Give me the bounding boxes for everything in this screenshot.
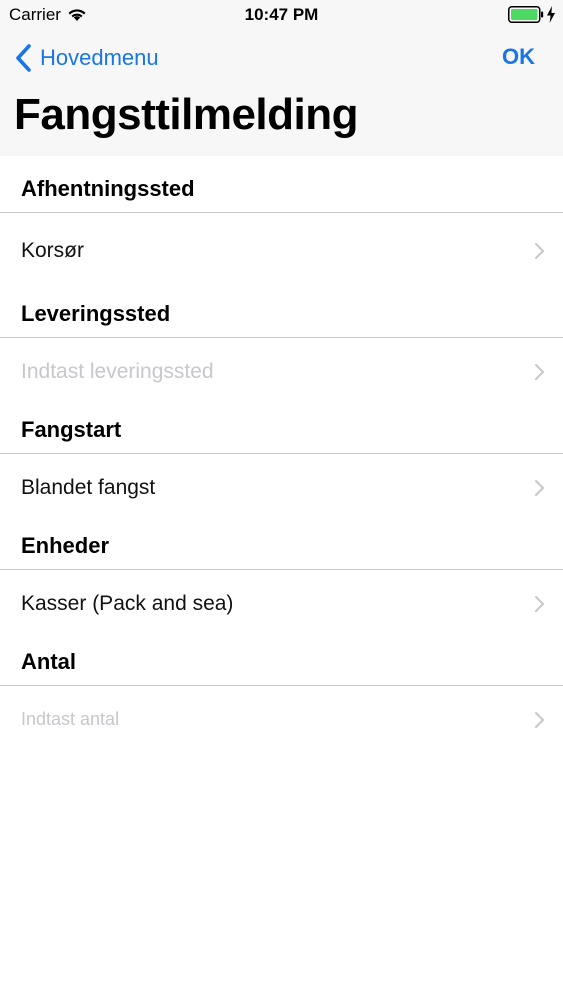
row-catch-type[interactable]: Blandet fangst bbox=[0, 454, 563, 521]
section-header-quantity: Antal bbox=[0, 637, 563, 686]
section-header-catch-type: Fangstart bbox=[0, 405, 563, 454]
section-header-label: Afhentningssted bbox=[21, 176, 195, 201]
back-button[interactable]: Hovedmenu bbox=[14, 41, 159, 75]
row-quantity[interactable]: Indtast antal bbox=[0, 686, 563, 753]
row-units[interactable]: Kasser (Pack and sea) bbox=[0, 570, 563, 637]
row-value: Kasser (Pack and sea) bbox=[21, 591, 234, 615]
back-button-label: Hovedmenu bbox=[40, 45, 159, 70]
section-header-label: Antal bbox=[21, 649, 76, 674]
chevron-right-icon bbox=[535, 596, 544, 612]
section-header-label: Enheder bbox=[21, 533, 110, 558]
page-title: Fangsttilmelding bbox=[14, 90, 359, 139]
row-placeholder: Indtast leveringssted bbox=[21, 359, 214, 383]
section-header-pickup-location: Afhentningssted bbox=[0, 156, 563, 213]
status-time: 10:47 PM bbox=[244, 5, 319, 24]
section-header-units: Enheder bbox=[0, 521, 563, 570]
row-value: Blandet fangst bbox=[21, 475, 156, 499]
battery-icon bbox=[508, 6, 544, 23]
charging-bolt-icon bbox=[547, 6, 555, 23]
row-pickup-location[interactable]: Korsør bbox=[0, 213, 563, 289]
section-header-label: Fangstart bbox=[21, 417, 122, 442]
back-chevron-icon bbox=[16, 44, 31, 72]
row-value: Korsør bbox=[21, 239, 84, 262]
row-placeholder: Indtast antal bbox=[21, 709, 120, 729]
chevron-right-icon bbox=[535, 480, 544, 496]
screen: Carrier 10:47 PM Hovedmenu OK Fangsttilm… bbox=[0, 0, 563, 1000]
navigation-bar: Hovedmenu OK Fangsttilmelding bbox=[0, 30, 563, 156]
ok-button[interactable]: OK bbox=[502, 44, 535, 70]
section-header-delivery-location: Leveringssted bbox=[0, 289, 563, 338]
chevron-right-icon bbox=[535, 364, 544, 380]
section-header-label: Leveringssted bbox=[21, 301, 171, 326]
status-bar: Carrier 10:47 PM bbox=[0, 0, 563, 30]
catch-registration-form: Afhentningssted Korsør Leveringssted Ind… bbox=[0, 156, 563, 753]
row-delivery-location[interactable]: Indtast leveringssted bbox=[0, 338, 563, 405]
chevron-right-icon bbox=[535, 243, 544, 259]
chevron-right-icon bbox=[535, 712, 544, 728]
